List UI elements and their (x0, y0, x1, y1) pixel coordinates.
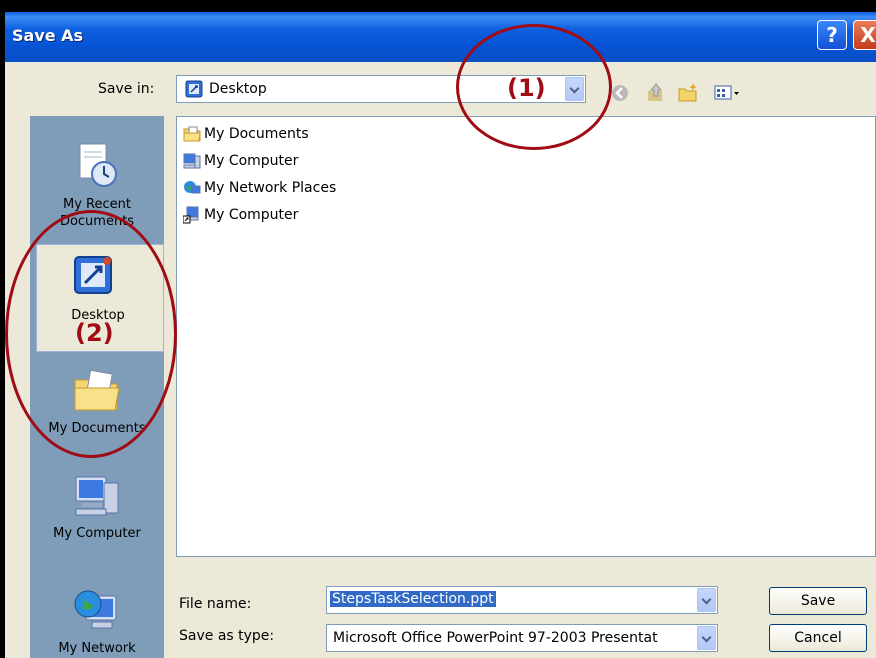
save-in-label: Save in: (98, 81, 155, 97)
save-as-type-dropdown[interactable]: Microsoft Office PowerPoint 97-2003 Pres… (326, 624, 718, 652)
file-list[interactable]: My Documents My Computer My Network Plac… (176, 116, 876, 557)
file-name: My Network Places (204, 180, 337, 196)
my-computer-shortcut-icon (182, 206, 201, 224)
save-as-type-label: Save as type: (179, 628, 275, 644)
file-name: My Computer (204, 207, 299, 223)
file-name-value: StepsTaskSelection.ppt (330, 591, 496, 607)
my-computer-icon (72, 473, 122, 523)
file-name-input[interactable]: StepsTaskSelection.ppt (326, 586, 718, 614)
file-name: My Computer (204, 153, 299, 169)
chevron-down-icon[interactable] (697, 588, 716, 612)
save-as-type-value: Microsoft Office PowerPoint 97-2003 Pres… (333, 630, 658, 646)
list-item[interactable]: My Computer (182, 204, 299, 226)
save-in-value: Desktop (209, 81, 267, 97)
views-menu-icon[interactable] (713, 82, 741, 104)
close-button[interactable]: X (853, 20, 876, 50)
my-network-icon (72, 586, 122, 636)
list-item[interactable]: My Network Places (183, 177, 336, 199)
file-name: My Documents (204, 126, 309, 142)
my-computer-icon (183, 152, 201, 170)
file-name-label: File name: (179, 596, 252, 612)
places-item-my-network[interactable]: My Network (30, 566, 164, 658)
cancel-button[interactable]: Cancel (769, 624, 867, 652)
annotation-label-2: (2) (75, 319, 114, 347)
places-item-my-computer[interactable]: My Computer (30, 461, 164, 561)
my-documents-folder-icon (183, 125, 201, 143)
help-button[interactable]: ? (817, 20, 847, 50)
dialog-title: Save As (12, 26, 84, 45)
up-folder-icon[interactable] (645, 82, 667, 104)
list-item[interactable]: My Computer (183, 150, 298, 172)
screenshot-frame: Save As ? X Save in: Desktop My Recent D… (0, 0, 876, 658)
places-item-label: My Network (58, 641, 136, 656)
places-item-label: My Computer (53, 526, 141, 541)
title-bar[interactable]: Save As ? X (5, 12, 876, 62)
save-button[interactable]: Save (769, 587, 867, 615)
chevron-down-icon[interactable] (697, 626, 716, 650)
new-folder-icon[interactable] (677, 82, 699, 104)
back-icon[interactable] (609, 82, 631, 104)
annotation-label-1: (1) (507, 74, 546, 102)
list-item[interactable]: My Documents (183, 123, 309, 145)
save-as-dialog: Save As ? X Save in: Desktop My Recent D… (5, 12, 876, 658)
recent-documents-icon (72, 140, 122, 194)
network-places-icon (183, 179, 201, 197)
desktop-icon (185, 80, 203, 98)
